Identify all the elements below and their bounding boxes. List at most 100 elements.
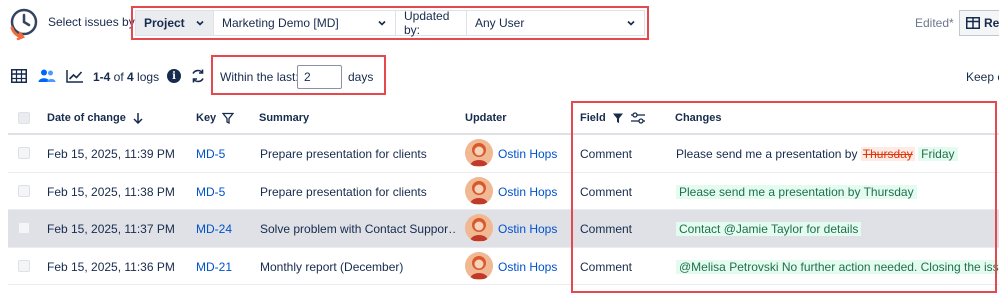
summary-cell: Solve problem with Contact Suppor… bbox=[260, 222, 455, 236]
logs-suffix: logs bbox=[133, 70, 160, 84]
view-switcher bbox=[10, 67, 84, 85]
report-button[interactable]: Re bbox=[959, 10, 999, 36]
change-log-table: Date of change Key Summary Updater Field… bbox=[8, 101, 999, 285]
updated-by-select-value: Any User bbox=[475, 16, 525, 30]
change-text: Please send me a presentation by bbox=[676, 147, 861, 161]
within-last-input[interactable] bbox=[297, 65, 342, 89]
chevron-down-icon bbox=[378, 20, 386, 26]
within-last-label: Within the last: bbox=[220, 70, 299, 84]
table-row[interactable]: Feb 15, 2025, 11:38 PM MD-5 Prepare pres… bbox=[8, 173, 999, 210]
change-added: Friday bbox=[918, 147, 958, 161]
column-header-updater-label: Updater bbox=[465, 112, 507, 124]
field-cell: Comment bbox=[580, 184, 633, 199]
edited-indicator: Edited* bbox=[915, 16, 954, 30]
updater-link[interactable]: Ostin Hops bbox=[498, 185, 557, 199]
column-header-updater[interactable]: Updater bbox=[465, 112, 507, 124]
updated-by-label: Updated by: bbox=[396, 9, 467, 37]
project-select[interactable]: Marketing Demo [MD] bbox=[214, 11, 396, 35]
keep-label: Keep c bbox=[966, 70, 999, 84]
logs-count: 1-4 of 4 logs bbox=[93, 70, 159, 84]
column-header-summary-label: Summary bbox=[259, 112, 310, 124]
table-view-button[interactable] bbox=[10, 67, 28, 85]
info-icon[interactable]: i bbox=[167, 69, 181, 83]
scope-select[interactable]: Project bbox=[136, 11, 214, 35]
chevron-down-icon bbox=[196, 20, 204, 26]
changes-cell: Please send me a presentation by Thursda… bbox=[676, 147, 958, 161]
table-row[interactable]: Feb 15, 2025, 11:39 PM MD-5 Prepare pres… bbox=[8, 135, 999, 173]
column-header-field-label: Field bbox=[580, 112, 606, 124]
report-button-label: Re bbox=[984, 16, 999, 30]
arrow-down-icon bbox=[133, 113, 143, 124]
column-header-changes-label: Changes bbox=[675, 112, 722, 124]
user-avatar-icon bbox=[465, 214, 493, 242]
date-cell: Feb 15, 2025, 11:38 PM bbox=[47, 184, 175, 199]
column-header-date-label: Date of change bbox=[47, 112, 126, 124]
issue-key-link[interactable]: MD-24 bbox=[196, 222, 232, 236]
table-icon bbox=[11, 69, 27, 83]
updated-by-label-text: Updated by: bbox=[404, 9, 450, 37]
table-icon bbox=[966, 17, 980, 29]
scope-select-value: Project bbox=[144, 16, 185, 30]
select-issues-label: Select issues by: bbox=[48, 15, 139, 29]
days-label: days bbox=[348, 70, 374, 84]
change-added: Please send me a presentation by Thursda… bbox=[676, 184, 917, 199]
field-cell: Comment bbox=[580, 222, 633, 236]
row-checkbox[interactable] bbox=[18, 147, 30, 159]
avatar bbox=[465, 139, 493, 167]
table-header: Date of change Key Summary Updater Field… bbox=[8, 101, 999, 135]
logs-total: 4 bbox=[127, 70, 134, 84]
refresh-icon[interactable] bbox=[190, 68, 206, 84]
issue-key-link[interactable]: MD-5 bbox=[196, 147, 225, 161]
change-added: @Melisa Petrovski No further action need… bbox=[676, 259, 999, 274]
updater-link[interactable]: Ostin Hops bbox=[498, 147, 557, 161]
column-header-summary[interactable]: Summary bbox=[259, 112, 309, 124]
date-cell: Feb 15, 2025, 11:39 PM bbox=[47, 147, 175, 161]
column-header-field[interactable]: Field bbox=[580, 112, 646, 124]
row-checkbox[interactable] bbox=[18, 184, 30, 197]
user-avatar-icon bbox=[465, 251, 493, 280]
row-checkbox[interactable] bbox=[18, 222, 30, 234]
filter-outline-icon bbox=[222, 112, 235, 124]
changes-cell: @Melisa Petrovski No further action need… bbox=[676, 259, 999, 274]
summary-cell: Monthly report (December) bbox=[260, 259, 404, 274]
avatar bbox=[465, 251, 493, 280]
changes-cell: Please send me a presentation by Thursda… bbox=[676, 184, 917, 199]
column-header-date[interactable]: Date of change bbox=[47, 112, 144, 124]
column-header-changes[interactable]: Changes bbox=[675, 112, 721, 124]
chart-view-button[interactable] bbox=[66, 67, 84, 85]
updater-link[interactable]: Ostin Hops bbox=[498, 222, 557, 236]
date-cell: Feb 15, 2025, 11:37 PM bbox=[47, 222, 175, 236]
issue-key-link[interactable]: MD-21 bbox=[196, 260, 232, 274]
issue-key-link[interactable]: MD-5 bbox=[196, 185, 225, 199]
column-header-key[interactable]: Key bbox=[196, 112, 235, 124]
logs-of: of bbox=[110, 70, 128, 84]
summary-cell: Prepare presentation for clients bbox=[260, 184, 427, 199]
select-all-checkbox[interactable] bbox=[18, 112, 30, 124]
user-avatar-icon bbox=[465, 139, 493, 167]
table-row[interactable]: Feb 15, 2025, 11:36 PM MD-21 Monthly rep… bbox=[8, 248, 999, 285]
date-cell: Feb 15, 2025, 11:36 PM bbox=[47, 259, 175, 274]
change-added: Contact @Jamie Taylor for details bbox=[676, 222, 862, 236]
field-cell: Comment bbox=[580, 259, 633, 274]
summary-cell: Prepare presentation for clients bbox=[260, 147, 427, 161]
field-cell: Comment bbox=[580, 147, 633, 161]
change-removed: Thursday bbox=[860, 147, 915, 161]
app-logo-icon bbox=[10, 8, 38, 41]
line-chart-icon bbox=[66, 70, 83, 83]
column-header-key-label: Key bbox=[196, 112, 217, 124]
changes-cell: Contact @Jamie Taylor for details bbox=[676, 222, 862, 236]
users-view-button[interactable] bbox=[38, 67, 56, 85]
chevron-down-icon bbox=[627, 20, 635, 26]
avatar bbox=[465, 214, 493, 242]
user-avatar-icon bbox=[465, 176, 493, 205]
users-icon bbox=[38, 69, 56, 82]
row-checkbox[interactable] bbox=[18, 259, 30, 272]
filter-icon[interactable] bbox=[612, 112, 624, 124]
logs-range: 1-4 bbox=[93, 70, 111, 84]
avatar bbox=[465, 176, 493, 205]
updated-by-select[interactable]: Any User bbox=[467, 11, 644, 35]
updater-link[interactable]: Ostin Hops bbox=[498, 260, 557, 274]
table-row[interactable]: Feb 15, 2025, 11:37 PM MD-24 Solve probl… bbox=[8, 210, 999, 248]
project-select-value: Marketing Demo [MD] bbox=[222, 16, 339, 30]
sliders-icon[interactable] bbox=[630, 112, 646, 124]
